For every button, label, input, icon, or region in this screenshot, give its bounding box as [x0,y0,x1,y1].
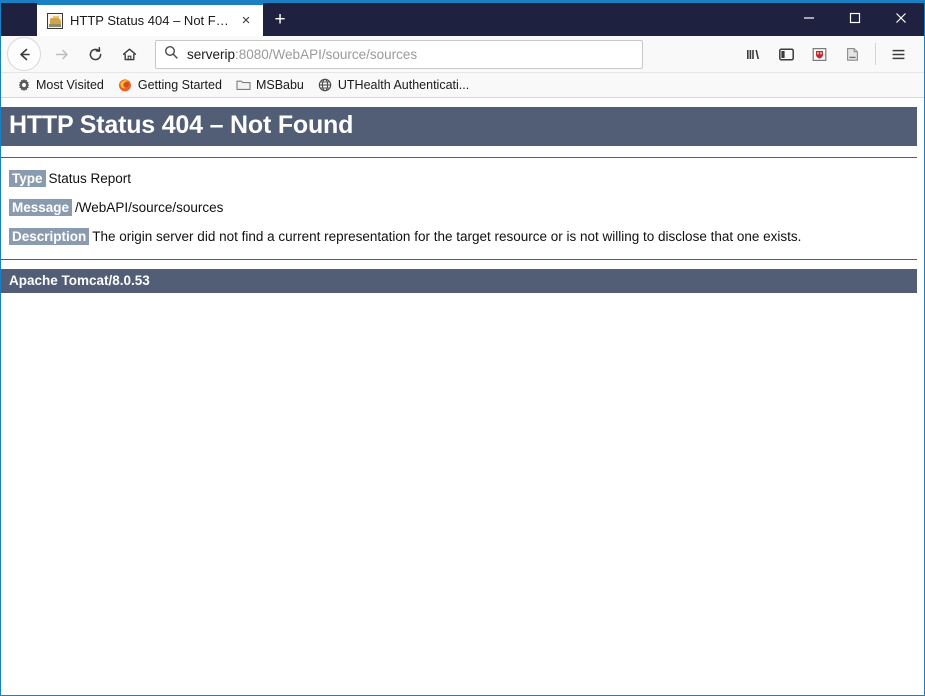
gear-icon [16,78,31,93]
browser-window: HTTP Status 404 – Not Found × + serverip… [0,0,925,696]
close-window-button[interactable] [878,1,924,34]
bookmarks-bar: Most Visited Getting Started MSBabu UTHe… [1,73,924,98]
sidebar-icon[interactable] [771,39,802,69]
footer-divider [1,259,917,260]
library-icon[interactable] [738,39,769,69]
reader-mode-icon[interactable] [837,39,868,69]
tab-title: HTTP Status 404 – Not Found [70,13,230,28]
shield-icon[interactable] [804,39,835,69]
search-icon [164,45,178,64]
window-controls [786,1,924,34]
tomcat-favicon [47,12,63,29]
status-label-type: Type [9,170,46,187]
page-title: HTTP Status 404 – Not Found [1,107,917,146]
bookmark-getting-started[interactable]: Getting Started [111,76,229,95]
status-label-message: Message [9,199,73,216]
reload-button[interactable] [79,39,111,69]
bookmark-most-visited[interactable]: Most Visited [9,76,111,95]
title-bar: HTTP Status 404 – Not Found × + [1,1,924,36]
tab-strip: HTTP Status 404 – Not Found × + [1,1,297,36]
status-value-description: The origin server did not find a current… [92,229,802,244]
bookmark-label: Most Visited [36,78,104,92]
bookmark-label: MSBabu [255,78,304,92]
status-row-description: Description The origin server did not fin… [1,228,924,245]
maximize-window-button[interactable] [832,1,878,34]
bookmark-uthealth-authentication[interactable]: UTHealth Authenticati... [311,76,476,95]
bookmark-label: UTHealth Authenticati... [337,78,470,92]
page-content: HTTP Status 404 – Not Found Type Status R… [1,107,924,695]
navigation-toolbar: serverip:8080/WebAPI/source/sources [1,36,924,73]
status-row-message: Message/WebAPI/source/sources [1,199,924,216]
hamburger-menu-icon[interactable] [883,39,914,69]
close-tab-icon[interactable]: × [237,12,255,30]
toolbar-separator [875,43,876,65]
forward-button[interactable] [45,39,77,69]
bookmark-label: Getting Started [137,78,222,92]
status-label-description: Description [9,228,90,245]
toolbar-right-icons [738,39,914,69]
globe-icon [318,78,333,93]
browser-tab[interactable]: HTTP Status 404 – Not Found × [37,3,263,36]
url-input[interactable]: serverip:8080/WebAPI/source/sources [187,47,417,62]
url-path: :8080/WebAPI/source/sources [235,46,418,62]
server-signature: Apache Tomcat/8.0.53 [1,269,917,293]
status-value-type: Status Report [48,171,132,186]
firefox-icon [118,78,133,93]
url-bar[interactable]: serverip:8080/WebAPI/source/sources [155,39,643,69]
minimize-window-button[interactable] [786,1,832,34]
status-row-type: Type Status Report [1,170,924,187]
new-tab-button[interactable]: + [263,3,297,36]
url-host: serverip [187,46,236,62]
status-value-message: /WebAPI/source/sources [75,200,224,215]
folder-icon [236,78,251,93]
back-button[interactable] [7,37,41,71]
bookmark-msbabu[interactable]: MSBabu [229,76,311,95]
title-divider [1,157,917,158]
home-button[interactable] [113,39,145,69]
